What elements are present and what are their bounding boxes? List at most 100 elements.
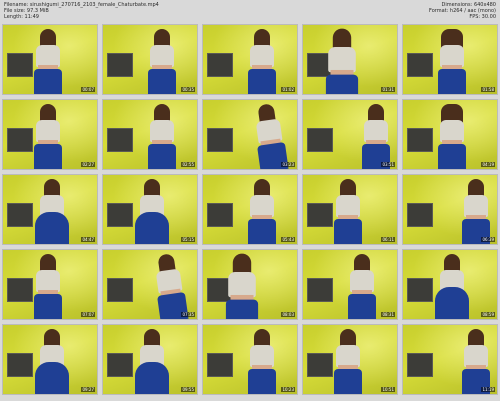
- jeans-shape: [438, 144, 466, 169]
- person-figure: [243, 29, 281, 94]
- dresser-shape: [107, 53, 133, 77]
- timestamp-label: 08:03: [281, 312, 295, 317]
- person-figure: [220, 253, 264, 319]
- timestamp-label: 06:39: [481, 237, 495, 242]
- person-figure: [457, 329, 495, 394]
- video-thumbnail[interactable]: 08:31: [302, 249, 398, 320]
- timestamp-label: 08:59: [481, 312, 495, 317]
- timestamp-label: 02:55: [181, 162, 195, 167]
- video-thumbnail[interactable]: 11:19: [402, 324, 498, 395]
- dresser-shape: [207, 353, 233, 377]
- dresser-shape: [307, 278, 333, 302]
- video-thumbnail[interactable]: 01:31: [302, 24, 398, 95]
- timestamp-label: 00:35: [181, 87, 195, 92]
- dresser-shape: [407, 203, 433, 227]
- timestamp-label: 10:23: [281, 387, 295, 392]
- top-shape: [36, 120, 60, 142]
- video-thumbnail[interactable]: 03:51: [302, 99, 398, 170]
- timestamp-label: 07:07: [81, 312, 95, 317]
- video-thumbnail[interactable]: 06:39: [402, 174, 498, 245]
- person-figure: [433, 104, 471, 169]
- timestamp-label: 01:31: [381, 87, 395, 92]
- jeans-shape: [35, 212, 69, 244]
- info-left: Filename: sirushigumi_270716_2103_female…: [4, 2, 159, 21]
- dresser-shape: [7, 353, 33, 377]
- timestamp-label: 00:07: [81, 87, 95, 92]
- video-thumbnail[interactable]: 08:59: [402, 249, 498, 320]
- person-figure: [133, 179, 171, 244]
- dresser-shape: [207, 203, 233, 227]
- person-figure: [143, 29, 181, 94]
- jeans-shape: [348, 294, 376, 319]
- person-figure: [329, 329, 367, 394]
- video-thumbnail[interactable]: 05:43: [202, 174, 298, 245]
- jeans-shape: [248, 369, 276, 394]
- timestamp-label: 04:47: [81, 237, 95, 242]
- dresser-shape: [107, 203, 133, 227]
- video-thumbnail[interactable]: 07:35: [102, 249, 198, 320]
- jeans-shape: [334, 369, 362, 394]
- video-thumbnail[interactable]: 09:55: [102, 324, 198, 395]
- person-figure: [33, 329, 71, 394]
- dresser-shape: [407, 278, 433, 302]
- video-thumbnail[interactable]: 05:15: [102, 174, 198, 245]
- video-thumbnail[interactable]: 10:23: [202, 324, 298, 395]
- video-thumbnail[interactable]: 10:51: [302, 324, 398, 395]
- video-thumbnail[interactable]: 01:02: [202, 24, 298, 95]
- video-thumbnail[interactable]: 06:11: [302, 174, 398, 245]
- timestamp-label: 01:58: [481, 87, 495, 92]
- video-thumbnail[interactable]: 01:58: [402, 24, 498, 95]
- video-thumbnail[interactable]: 02:55: [102, 99, 198, 170]
- top-shape: [250, 45, 274, 67]
- dresser-shape: [407, 128, 433, 152]
- timestamp-label: 02:27: [81, 162, 95, 167]
- top-shape: [150, 45, 174, 67]
- timestamp-label: 03:23: [281, 162, 295, 167]
- video-thumbnail[interactable]: 00:07: [2, 24, 98, 95]
- person-figure: [320, 28, 364, 94]
- video-thumbnail[interactable]: 04:19: [402, 99, 498, 170]
- video-thumbnail[interactable]: 08:03: [202, 249, 298, 320]
- fps-text: FPS: 30.00: [469, 14, 496, 21]
- person-figure: [357, 104, 395, 169]
- person-figure: [243, 329, 281, 394]
- timestamp-label: 08:31: [381, 312, 395, 317]
- jeans-shape: [34, 294, 62, 319]
- jeans-shape: [34, 69, 62, 94]
- video-thumbnail[interactable]: 07:07: [2, 249, 98, 320]
- video-thumbnail[interactable]: 09:27: [2, 324, 98, 395]
- person-figure: [343, 254, 381, 319]
- person-figure: [433, 254, 471, 319]
- dresser-shape: [107, 278, 133, 302]
- dresser-shape: [107, 353, 133, 377]
- person-figure: [133, 329, 171, 394]
- top-shape: [150, 120, 174, 142]
- video-thumbnail[interactable]: 03:23: [202, 99, 298, 170]
- person-figure: [329, 179, 367, 244]
- timestamp-label: 09:55: [181, 387, 195, 392]
- timestamp-label: 07:35: [181, 312, 195, 317]
- person-figure: [457, 179, 495, 244]
- jeans-shape: [438, 69, 466, 94]
- person-figure: [29, 254, 67, 319]
- video-thumbnail[interactable]: 02:27: [2, 99, 98, 170]
- jeans-shape: [35, 362, 69, 394]
- jeans-shape: [334, 219, 362, 244]
- top-shape: [250, 195, 274, 217]
- top-shape: [364, 120, 388, 142]
- jeans-shape: [148, 69, 176, 94]
- info-right: Dimensions: 640x480 Format: h264 / aac (…: [429, 2, 496, 21]
- dresser-shape: [107, 128, 133, 152]
- contact-sheet: Filename: sirushigumi_270716_2103_female…: [0, 0, 500, 401]
- video-thumbnail[interactable]: 04:47: [2, 174, 98, 245]
- person-figure: [29, 29, 67, 94]
- jeans-shape: [248, 69, 276, 94]
- person-figure: [33, 179, 71, 244]
- dresser-shape: [207, 128, 233, 152]
- video-thumbnail[interactable]: 00:35: [102, 24, 198, 95]
- timestamp-label: 06:11: [381, 237, 395, 242]
- top-shape: [464, 345, 488, 367]
- top-shape: [464, 195, 488, 217]
- video-info-header: Filename: sirushigumi_270716_2103_female…: [0, 0, 500, 22]
- top-shape: [440, 120, 464, 142]
